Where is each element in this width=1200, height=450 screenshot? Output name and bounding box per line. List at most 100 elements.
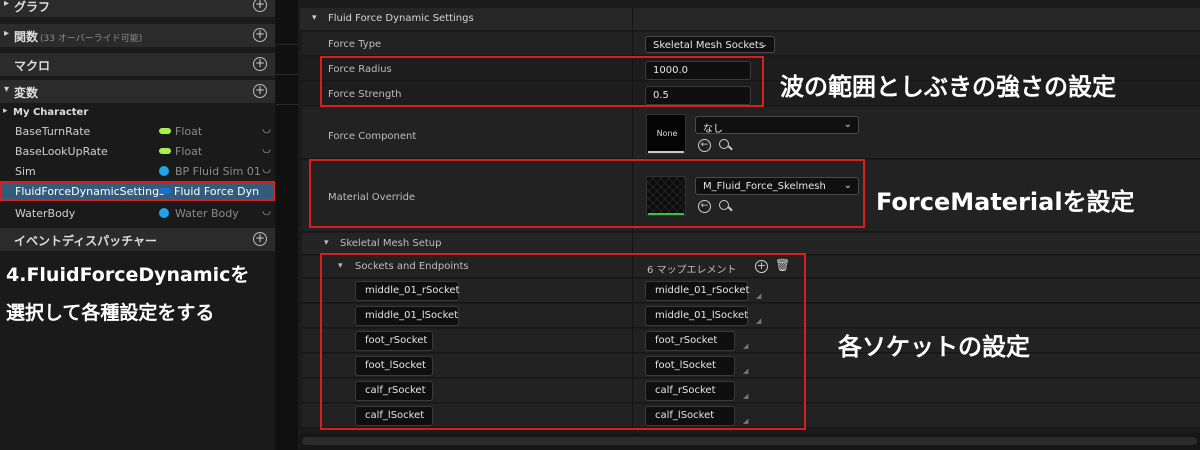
section-graph[interactable]: ▸ グラフ + [0,0,275,17]
category-label: Fluid Force Dynamic Settings [328,13,474,24]
socket-key-field[interactable]: foot_lSocket [355,356,433,376]
add-function-icon[interactable]: + [253,28,267,42]
scrollbar-thumb[interactable] [302,437,1197,445]
socket-key-field[interactable]: calf_lSocket [355,406,433,426]
add-macro-icon[interactable]: + [253,57,267,71]
splitter-line [276,44,298,45]
variable-row[interactable]: BaseTurnRate Float ◡ [0,121,275,141]
variable-name: WaterBody [15,207,76,220]
eye-closed-icon[interactable]: ◡ [262,164,271,175]
socket-value-field[interactable]: foot_lSocket [645,356,735,376]
trash-icon[interactable]: 🗑 [775,258,790,272]
annotation-select-step-2: 選択して各種設定をする [6,302,215,324]
row-sockets-and-endpoints[interactable]: ▾ Sockets and Endpoints 6 マップエレメント [302,256,1200,278]
my-blueprint-panel: ▸ グラフ + ▸ 関数 (33 オーバーライド可能) + マクロ + ▾ 変数 … [0,0,275,450]
material-override-dropdown[interactable]: M_Fluid_Force_Skelmesh ⌄ [695,177,859,195]
force-strength-input[interactable]: 0.5 [645,86,751,105]
float-pin-icon [159,128,171,134]
column-separator[interactable] [632,8,633,433]
variable-type: Float [175,125,203,138]
search-icon[interactable] [719,200,733,214]
material-override-value: M_Fluid_Force_Skelmesh [703,181,826,192]
socket-key-field[interactable]: middle_01_lSocket [355,306,459,326]
section-event-dispatchers-label: イベントディスパッチャー [14,234,158,248]
socket-key-field[interactable]: calf_rSocket [355,381,433,401]
map-element-count: 6 マップエレメント [647,265,737,276]
material-thumbnail[interactable] [646,176,686,216]
chevron-down-icon: ▾ [338,261,343,271]
add-element-icon[interactable]: + [755,260,768,273]
section-event-dispatchers[interactable]: イベントディスパッチャー + [0,228,275,251]
section-variables[interactable]: ▾ 変数 + [0,80,275,103]
force-component-thumbnail[interactable]: None [646,114,686,154]
horizontal-scrollbar[interactable] [300,433,1200,450]
section-functions[interactable]: ▸ 関数 (33 オーバーライド可能) + [0,24,275,47]
float-pin-icon [159,148,171,154]
section-functions-label: 関数 [14,30,39,44]
add-graph-icon[interactable]: + [253,0,267,12]
socket-value-field[interactable]: middle_01_rSocket [645,281,749,301]
section-functions-title: 関数 (33 オーバーライド可能) [14,28,142,45]
section-macros[interactable]: マクロ + [0,53,275,76]
variable-name: BaseTurnRate [15,125,91,138]
variable-row-selected[interactable]: FluidForceDynamicSettings Fluid Force Dy… [0,181,275,201]
resize-handle-icon[interactable]: ◢ [756,292,761,300]
variable-row[interactable]: BaseLookUpRate Float ◡ [0,141,275,161]
variable-name: Sim [15,165,36,178]
thumbnail-underline [648,213,684,215]
resize-handle-icon[interactable]: ◢ [743,417,748,425]
thumbnail-none-label: None [656,129,678,138]
use-selected-icon[interactable]: ← [698,139,711,152]
resize-handle-icon[interactable]: ◢ [743,342,748,350]
force-type-value: Skeletal Mesh Sockets [653,40,765,51]
eye-closed-icon[interactable]: ◡ [262,124,271,135]
search-icon[interactable] [719,139,733,153]
force-radius-label: Force Radius [328,64,392,75]
annotation-wave-settings: 波の範囲としぶきの強さの設定 [780,73,1116,101]
force-type-dropdown[interactable]: Skeletal Mesh Sockets ⌄ [645,36,775,53]
socket-value-field[interactable]: middle_01_lSocket [645,306,748,326]
chevron-down-icon: ⌄ [843,119,852,130]
socket-row [302,329,1200,353]
variable-type: Fluid Force Dyn [174,185,260,198]
force-type-label: Force Type [328,39,382,50]
use-selected-icon[interactable]: ← [698,200,711,213]
force-component-dropdown[interactable]: なし ⌄ [695,116,859,135]
socket-row [302,379,1200,403]
variable-group-my-character[interactable]: ▸ My Character [0,106,275,121]
resize-handle-icon[interactable]: ◢ [743,367,748,375]
socket-key-field[interactable]: foot_rSocket [355,331,433,351]
eye-closed-icon[interactable]: ◡ [262,144,271,155]
force-component-label: Force Component [328,131,417,142]
socket-key-field[interactable]: middle_01_rSocket [355,281,459,301]
chevron-right-icon: ▸ [3,106,8,116]
force-strength-label: Force Strength [328,89,402,100]
object-pin-icon [159,166,169,176]
chevron-right-icon: ▸ [4,28,10,39]
add-event-dispatcher-icon[interactable]: + [253,232,267,246]
chevron-down-icon: ▾ [312,13,317,23]
resize-handle-icon[interactable]: ◢ [743,392,748,400]
socket-row [302,404,1200,428]
socket-value-field[interactable]: calf_lSocket [645,406,735,426]
socket-value-field[interactable]: calf_rSocket [645,381,735,401]
socket-row [302,354,1200,378]
chevron-right-icon: ▸ [4,0,10,9]
category-fluid-force-dynamic-settings[interactable]: ▾ Fluid Force Dynamic Settings [300,8,1200,30]
force-radius-input[interactable]: 1000.0 [645,61,751,80]
force-component-value: なし [703,124,723,135]
skeletal-mesh-setup-label: Skeletal Mesh Setup [340,238,442,249]
annotation-select-step: 4.FluidForceDynamicを [6,264,250,286]
variable-row[interactable]: Sim BP Fluid Sim 01 ◡ [0,161,275,181]
resize-handle-icon[interactable]: ◢ [756,317,761,325]
object-pin-icon [159,208,169,218]
add-variable-icon[interactable]: + [253,84,267,98]
panel-splitter[interactable] [276,0,298,450]
variable-row[interactable]: WaterBody Water Body ◡ [0,203,275,223]
chevron-down-icon: ⌄ [843,180,852,191]
annotation-socket-settings: 各ソケットの設定 [838,333,1030,361]
socket-value-field[interactable]: foot_rSocket [645,331,735,351]
row-skeletal-mesh-setup[interactable]: ▾ Skeletal Mesh Setup [302,233,1200,255]
eye-closed-icon[interactable]: ◡ [262,206,271,217]
section-graph-label: グラフ [14,0,51,14]
